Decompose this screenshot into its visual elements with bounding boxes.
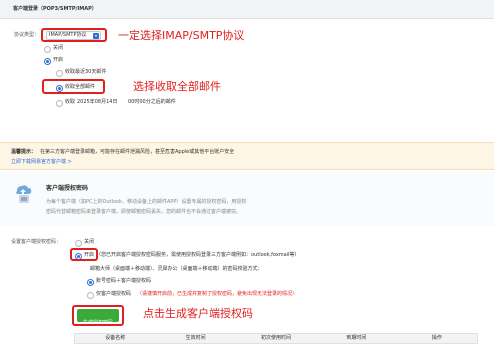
verify-opt2-warning: （请谨慎开启前，已生成并复制了授权密码，避免出现无法登录的情况）: [137, 291, 298, 297]
recent-30-radio[interactable]: [56, 70, 63, 77]
all-mail-annotation: 选择收取全部邮件: [133, 80, 221, 93]
since-date[interactable]: 2025年08月14日: [77, 99, 117, 106]
notice-bar: 温馨提示： 在第三方客户端登录邮箱，可能存在邮件泄漏风险，甚至危害Apple或其…: [0, 142, 494, 170]
settings-label: 设置客户端授权密码：: [11, 239, 62, 245]
auth-off-radio[interactable]: [75, 240, 82, 247]
auth-on-highlight: [70, 248, 98, 261]
verify-opt2-radio[interactable]: [87, 292, 94, 299]
devices-table-header: 设备名称 生效时间 初次使用时间 到期时间 操作: [74, 333, 478, 344]
generate-button-highlight: [72, 305, 124, 326]
section-header: 客户端登录（POP3/SMTP/IMAP）: [0, 0, 494, 19]
all-mail-highlight: [42, 79, 105, 94]
verify-opt2-label: 仅客户端授权码: [96, 291, 132, 297]
auth-on-desc: （您已开启客户端授权密码服务，需使用授权码登录三方客户端例如：outlook,f…: [96, 252, 300, 258]
col-expiry-time: 到期时间: [346, 335, 367, 341]
login-on-radio[interactable]: [44, 58, 51, 65]
col-actions: 操作: [431, 335, 442, 341]
col-device-name: 设备名称: [105, 335, 126, 341]
protocol-label: 协议类型：: [14, 32, 40, 38]
master-hint: 邮箱大师（桌面端＋移动端）、灵犀办公（桌面端＋移动端）的密码校验方式：: [90, 266, 263, 272]
auth-title: 客户端授权密码: [46, 185, 89, 192]
section-title: 客户端登录（POP3/SMTP/IMAP）: [13, 6, 97, 12]
protocol-highlight: [41, 28, 107, 42]
protocol-annotation: 一定选择IMAP/SMTP协议: [118, 29, 245, 42]
since-radio[interactable]: [56, 100, 63, 107]
auth-desc-line2: 密码代替邮箱密码来登录客户端，即使邮箱密码丢失，您的邮件也不会通过客户端被窃。: [46, 209, 242, 215]
col-effective-time: 生效时间: [185, 335, 206, 341]
notice-label: 温馨提示：: [11, 149, 37, 155]
login-off-radio[interactable]: [44, 46, 51, 53]
since-prefix: 收取: [65, 99, 76, 105]
login-off-label: 关闭: [53, 45, 64, 51]
cloud-sync-icon: [13, 182, 33, 204]
auth-off-label: 关闭: [84, 239, 95, 245]
login-on-label: 开启: [53, 57, 64, 63]
recent-30-label: 收取最近30天邮件: [65, 69, 107, 75]
verify-opt1-radio[interactable]: [87, 279, 94, 286]
since-suffix: 00时00分之后的邮件: [128, 99, 176, 105]
col-first-use-time: 初次使用时间: [261, 335, 292, 341]
verify-opt1-label: 账号密码＋客户端授权码: [96, 278, 152, 284]
auth-desc-line1: 为每个客户端（如PC上的Outlook、移动设备上的邮件APP）设置专属的授权密…: [46, 199, 247, 205]
notice-text: 在第三方客户端登录邮箱，可能存在邮件泄漏风险，甚至危害Apple或其他平台账户安…: [40, 149, 235, 155]
generate-annotation: 点击生成客户端授权码: [143, 307, 253, 320]
download-client-link[interactable]: 立即下载网易官方客户端 >: [11, 159, 72, 166]
